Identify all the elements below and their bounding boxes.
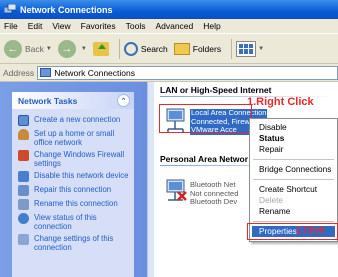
task-home-network[interactable]: Set up a home or small office network [18, 129, 130, 147]
back-dropdown-icon[interactable]: ▼ [46, 46, 52, 52]
task-label: Rename this connection [34, 199, 118, 208]
folders-button[interactable]: Folders [173, 42, 222, 55]
settings-icon [18, 234, 29, 245]
search-icon [123, 41, 138, 56]
back-label: Back [25, 43, 44, 54]
address-bar: Address Network Connections [0, 64, 338, 82]
status-icon [18, 213, 29, 224]
task-label: Set up a home or small office network [34, 129, 115, 147]
disable-icon [18, 171, 29, 182]
menu-item-disable[interactable]: Disable [250, 122, 337, 133]
group-pan-title: Personal Area Networ [160, 154, 249, 164]
back-arrow-icon: ← [4, 39, 22, 58]
task-disable-device[interactable]: Disable this network device [18, 171, 130, 182]
menu-separator [253, 159, 334, 160]
task-label: Change settings of this connection [34, 234, 114, 252]
search-button[interactable]: Search [123, 41, 168, 56]
forward-button[interactable]: → ▼ [57, 39, 87, 58]
firewall-icon [18, 150, 29, 161]
task-label: Change Windows Firewall settings [34, 150, 125, 168]
collapse-icon[interactable]: ⌃ [117, 94, 130, 107]
search-label: Search [140, 43, 168, 54]
menu-item-create-shortcut[interactable]: Create Shortcut [250, 184, 337, 195]
tasks-pane: Network Tasks ⌃ Create a new connection … [0, 82, 147, 277]
bluetooth-network-icon[interactable] [164, 178, 188, 204]
views-button[interactable]: ▼ [236, 40, 264, 57]
folders-icon [173, 42, 190, 55]
menu-file[interactable]: File [4, 21, 18, 31]
menu-tools[interactable]: Tools [126, 21, 146, 31]
menu-favorites[interactable]: Favorites [81, 21, 116, 31]
address-input[interactable]: Network Connections [37, 65, 338, 80]
pane-splitter[interactable] [147, 82, 154, 277]
network-tasks-title: Network Tasks [18, 95, 78, 106]
forward-arrow-icon: → [57, 39, 76, 58]
address-label: Address [3, 67, 35, 78]
menu-item-status[interactable]: Status [250, 133, 337, 144]
menu-item-rename[interactable]: Rename [250, 206, 337, 217]
folders-label: Folders [192, 43, 222, 54]
menu-separator [253, 221, 334, 222]
toolbar: ← Back ▼ → ▼ Search Folders ▼ [0, 34, 338, 64]
rename-icon [18, 199, 29, 210]
task-change-settings[interactable]: Change settings of this connection [18, 234, 130, 252]
folder-up-icon[interactable] [92, 41, 109, 56]
menu-item-delete: Delete [259, 195, 283, 205]
menu-advanced[interactable]: Advanced [155, 21, 193, 31]
task-firewall[interactable]: Change Windows Firewall settings [18, 150, 130, 168]
window-title: Network Connections [20, 4, 113, 15]
connection-device: Bluetooth Dev [190, 197, 238, 206]
back-button[interactable]: ← Back ▼ [4, 39, 52, 58]
forward-dropdown-icon[interactable]: ▼ [81, 46, 87, 52]
toolbar-separator [118, 38, 120, 59]
network-tasks-panel: Network Tasks ⌃ Create a new connection … [12, 92, 134, 277]
task-view-status[interactable]: View status of this connection [18, 213, 130, 231]
new-connection-icon [18, 115, 29, 126]
toolbar-separator [231, 38, 233, 59]
task-rename[interactable]: Rename this connection [18, 199, 130, 210]
annotation-step1: 1.Right Click [247, 96, 314, 108]
menu-bar: File Edit View Favorites Tools Advanced … [0, 19, 338, 34]
group-lan-title: LAN or High-Speed Internet [160, 85, 272, 95]
menu-view[interactable]: View [52, 21, 70, 31]
menu-separator [253, 179, 334, 180]
views-dropdown-icon[interactable]: ▼ [258, 46, 264, 52]
network-connections-icon [40, 68, 52, 77]
task-repair[interactable]: Repair this connection [18, 185, 130, 196]
task-label: View status of this connection [34, 213, 97, 231]
annotation-step2: 2.Click [296, 225, 326, 235]
task-label: Create a new connection [34, 115, 121, 124]
title-bar: Network Connections [0, 0, 338, 19]
task-label: Repair this connection [34, 185, 112, 194]
network-connections-icon [4, 4, 16, 14]
menu-edit[interactable]: Edit [28, 21, 43, 31]
repair-icon [18, 185, 29, 196]
views-icon [236, 40, 257, 57]
task-create-connection[interactable]: Create a new connection [18, 115, 130, 126]
menu-item-bridge-connections[interactable]: Bridge Connections [250, 164, 337, 175]
bluetooth-network-label[interactable]: Bluetooth Net Not connected Bluetooth De… [190, 180, 238, 207]
home-network-icon [18, 129, 29, 140]
address-value: Network Connections [54, 67, 135, 78]
network-tasks-header[interactable]: Network Tasks ⌃ [12, 92, 134, 109]
highlight-box-connection [159, 104, 252, 133]
menu-help[interactable]: Help [203, 21, 220, 31]
task-label: Disable this network device [34, 171, 129, 180]
menu-item-repair[interactable]: Repair [250, 144, 337, 155]
